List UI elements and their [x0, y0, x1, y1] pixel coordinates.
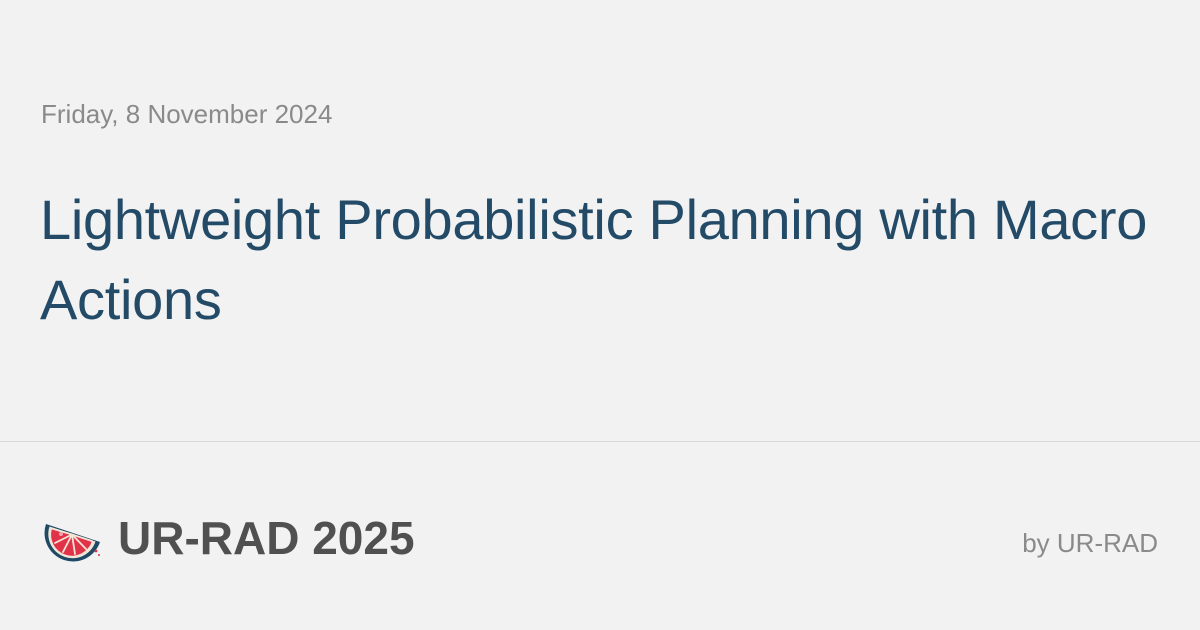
grapefruit-slice-icon — [44, 524, 100, 562]
site-brand[interactable]: UR-RAD 2025 — [40, 508, 415, 568]
byline: by UR-RAD — [1022, 528, 1158, 558]
site-name: UR-RAD 2025 — [118, 512, 415, 564]
divider — [0, 441, 1200, 442]
post-date: Friday, 8 November 2024 — [41, 99, 333, 129]
post-title: Lightweight Probabilistic Planning with … — [40, 188, 1148, 331]
